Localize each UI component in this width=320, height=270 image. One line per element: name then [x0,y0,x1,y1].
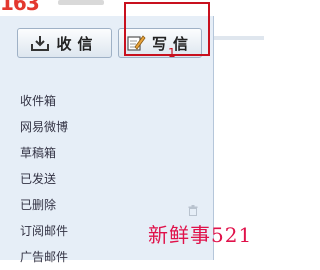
receive-mail-label: 收信 [56,34,99,53]
folder-drafts[interactable]: 草稿箱 [0,140,212,166]
logo: 163 [0,0,40,15]
logo-subtitle [58,0,104,5]
content-pane-divider [214,36,264,40]
folder-label: 订阅邮件 [20,224,69,238]
folder-label: 已删除 [20,198,57,212]
receive-mail-button[interactable]: 收信 [17,28,112,58]
folder-deleted[interactable]: 已删除 [0,192,212,218]
watermark-text: 新鲜事521 [148,223,253,247]
folder-sent[interactable]: 已发送 [0,166,212,192]
annotation-marker: 1 [168,46,176,60]
folder-label: 收件箱 [20,94,57,108]
folder-label: 广告邮件 [20,250,69,264]
folder-label: 草稿箱 [20,146,57,160]
trash-icon[interactable] [188,199,198,216]
folder-label: 已发送 [20,172,57,186]
folder-weibo[interactable]: 网易微博 [0,114,212,140]
folder-inbox[interactable]: 收件箱 [0,88,212,114]
compose-highlight-box [124,2,210,56]
inbox-download-icon [30,34,50,52]
folder-label: 网易微博 [20,120,69,134]
